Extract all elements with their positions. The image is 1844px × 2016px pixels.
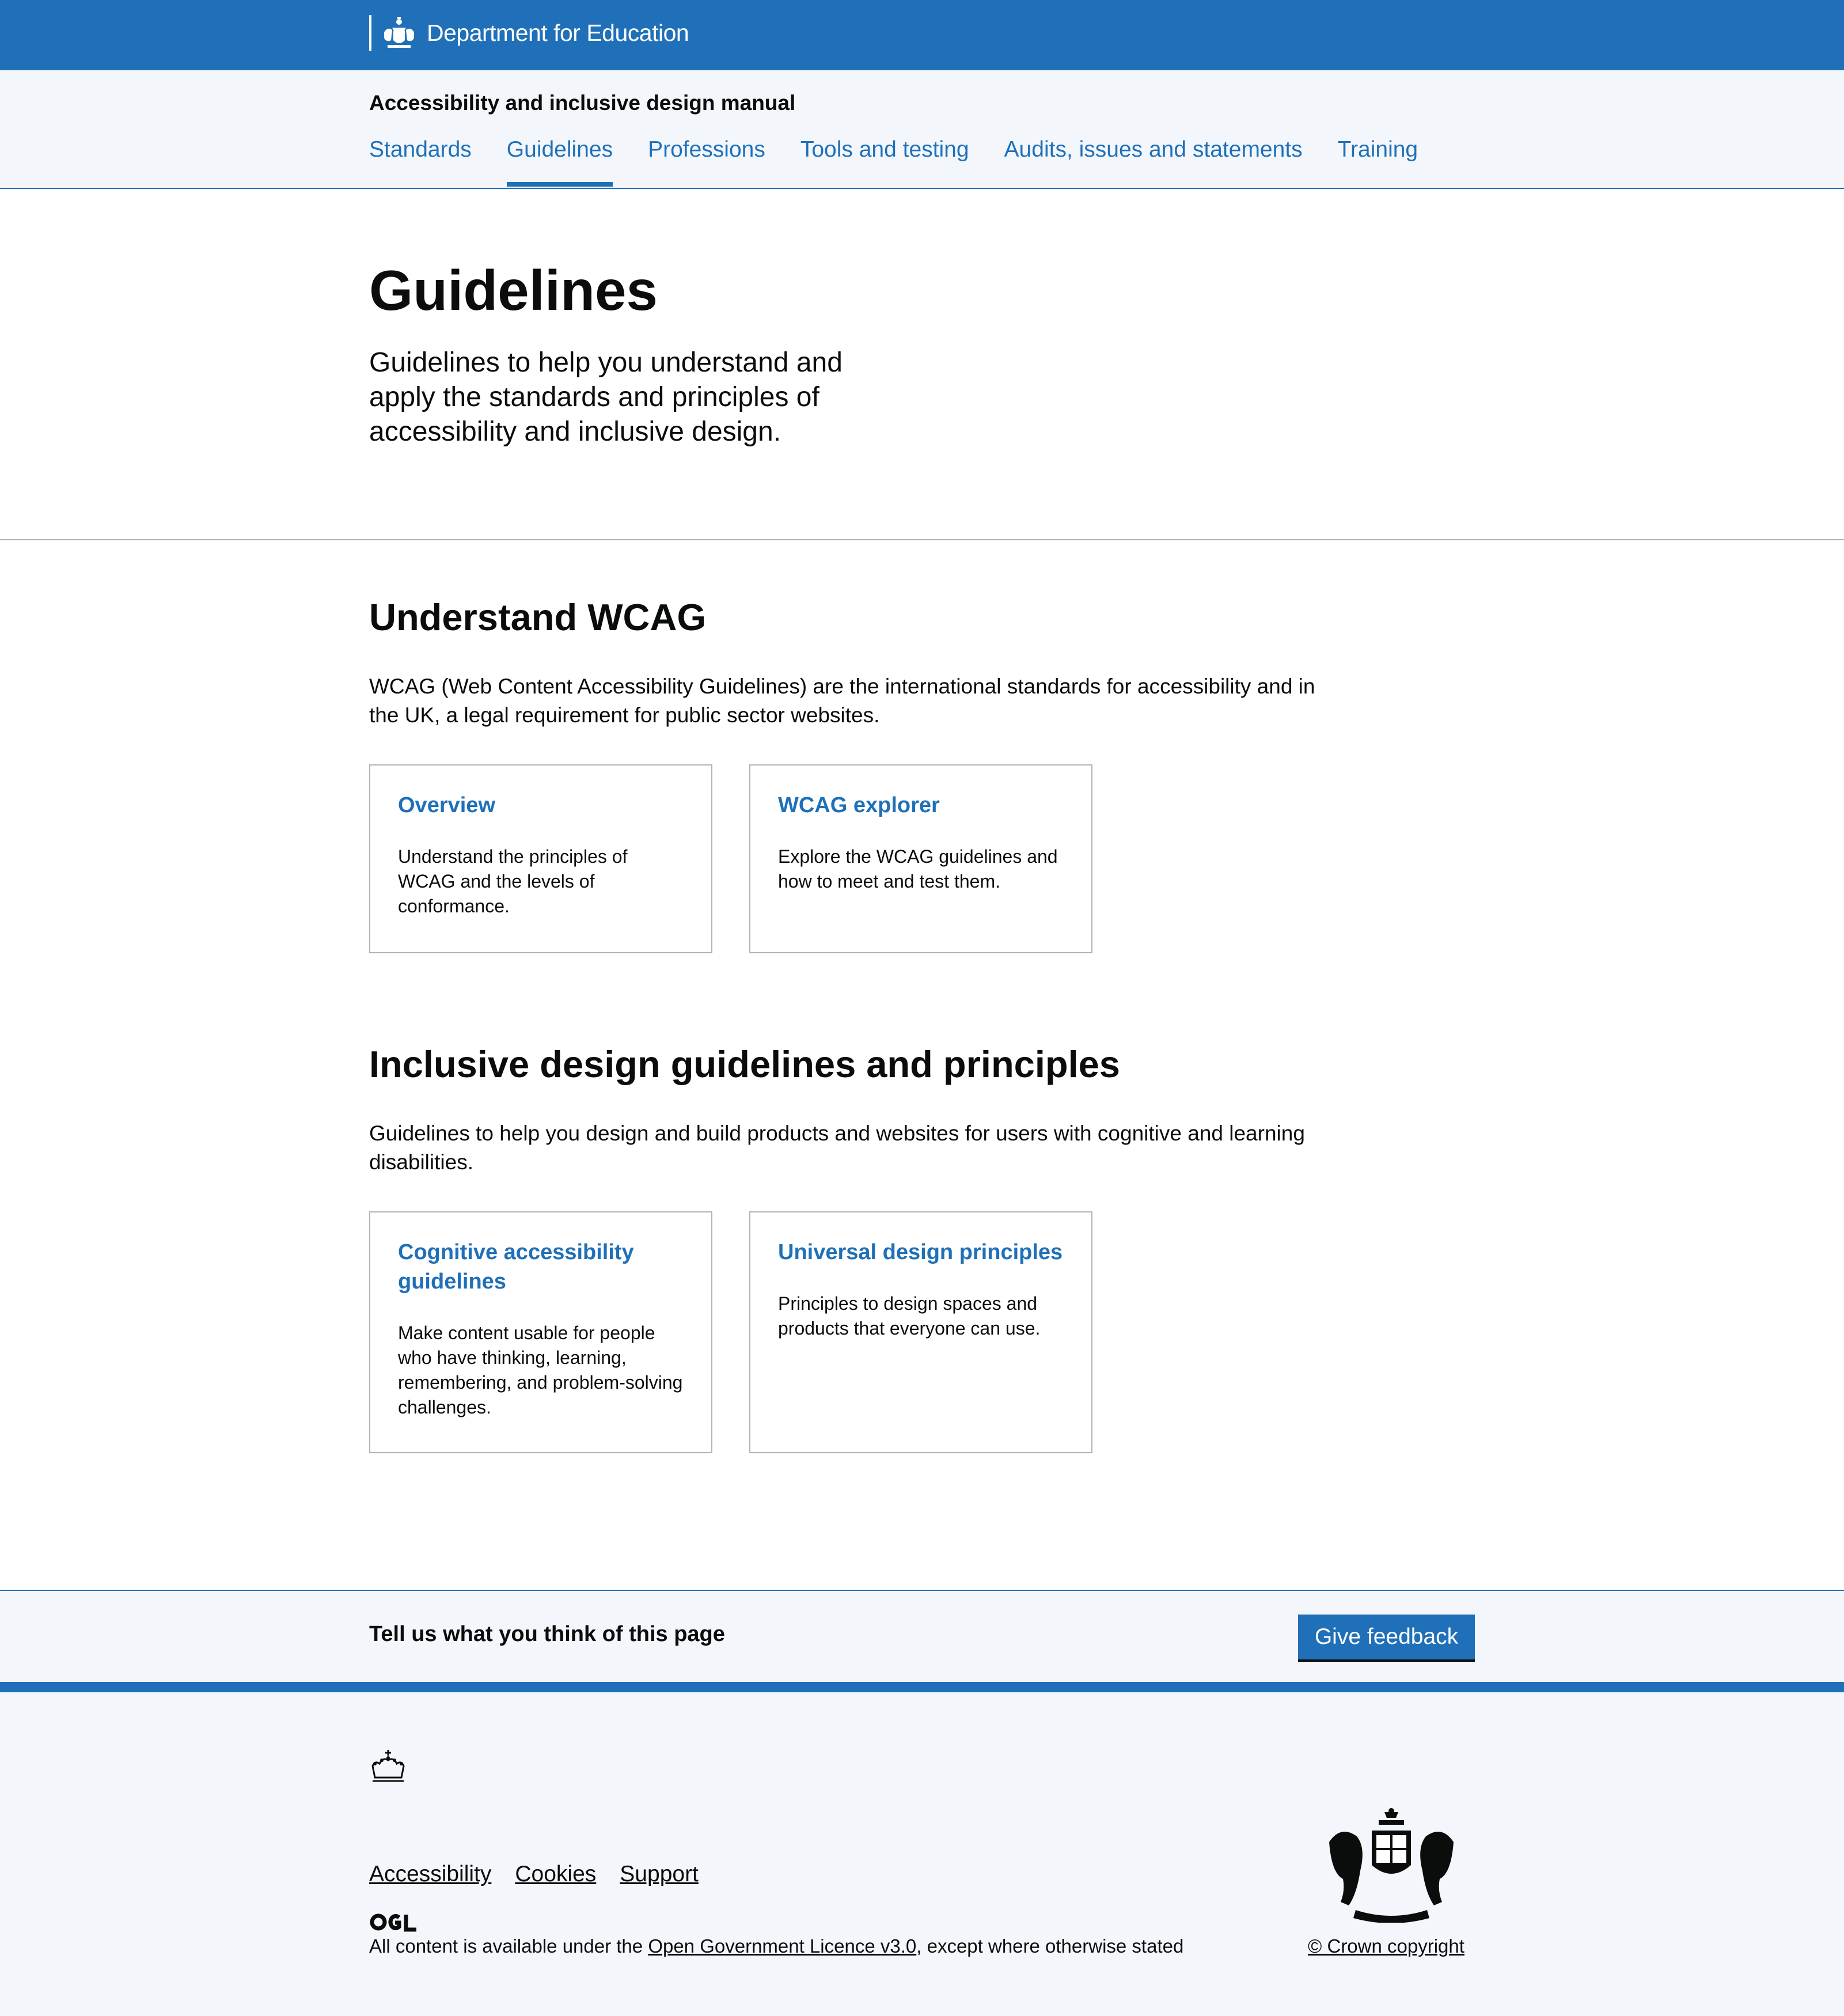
card-title[interactable]: Universal design principles bbox=[778, 1238, 1064, 1267]
footer: Accessibility Cookies Support All conten… bbox=[0, 1682, 1844, 2016]
brand-divider bbox=[369, 15, 371, 51]
crown-icon bbox=[371, 1750, 405, 1782]
nav-audits-issues-statements[interactable]: Audits, issues and statements bbox=[1004, 137, 1303, 187]
feedback-bar: Tell us what you think of this page Give… bbox=[0, 1590, 1844, 1683]
card-cognitive-accessibility[interactable]: Cognitive accessibility guidelines Make … bbox=[369, 1211, 712, 1453]
ogl-logo bbox=[370, 1913, 416, 1932]
nav-guidelines[interactable]: Guidelines bbox=[506, 137, 613, 187]
licence-link[interactable]: Open Government Licence v3.0 bbox=[648, 1935, 916, 1957]
card-title[interactable]: Overview bbox=[398, 791, 684, 820]
hero: Guidelines Guidelines to help you unders… bbox=[0, 189, 1844, 540]
section-body-inclusive-design: Guidelines to help you design and build … bbox=[369, 1121, 1305, 1174]
card-title[interactable]: WCAG explorer bbox=[778, 791, 1064, 820]
card-description: Principles to design spaces and products… bbox=[778, 1293, 1041, 1339]
feedback-prompt: Tell us what you think of this page bbox=[369, 1622, 725, 1646]
crown-copyright-link[interactable]: © Crown copyright bbox=[1308, 1935, 1464, 1957]
page-lead: Guidelines to help you understand and ap… bbox=[369, 347, 843, 447]
royal-crest-icon bbox=[384, 17, 414, 48]
nav-professions[interactable]: Professions bbox=[648, 137, 765, 187]
card-description: Make content usable for people who have … bbox=[398, 1322, 683, 1418]
section-title-inclusive-design: Inclusive design guidelines and principl… bbox=[369, 1043, 1120, 1085]
footer-link-support[interactable]: Support bbox=[620, 1862, 699, 1887]
card-title[interactable]: Cognitive accessibility guidelines bbox=[398, 1238, 684, 1297]
primary-nav: Standards Guidelines Professions Tools a… bbox=[369, 137, 1453, 187]
section-title-understand-wcag: Understand WCAG bbox=[369, 596, 706, 638]
nav-standards[interactable]: Standards bbox=[369, 137, 472, 187]
card-wcag-explorer[interactable]: WCAG explorer Explore the WCAG guideline… bbox=[749, 764, 1092, 953]
royal-coat-of-arms-icon bbox=[1329, 1808, 1454, 1923]
footer-link-accessibility[interactable]: Accessibility bbox=[369, 1862, 491, 1887]
page-title: Guidelines bbox=[369, 259, 658, 322]
service-navigation: Accessibility and inclusive design manua… bbox=[0, 70, 1844, 189]
footer-links: Accessibility Cookies Support bbox=[369, 1862, 722, 1887]
give-feedback-button[interactable]: Give feedback bbox=[1298, 1615, 1475, 1659]
section-body-understand-wcag: WCAG (Web Content Accessibility Guidelin… bbox=[369, 674, 1315, 727]
card-description: Understand the principles of WCAG and th… bbox=[398, 846, 628, 916]
card-overview[interactable]: Overview Understand the principles of WC… bbox=[369, 764, 712, 953]
department-name: Department for Education bbox=[427, 19, 689, 46]
department-brand-link[interactable]: Department for Education bbox=[369, 15, 689, 51]
footer-link-cookies[interactable]: Cookies bbox=[515, 1862, 596, 1887]
licence-text: All content is available under the Open … bbox=[369, 1935, 1183, 1957]
top-header: Department for Education bbox=[0, 0, 1844, 70]
licence-suffix: , except where otherwise stated bbox=[916, 1935, 1184, 1957]
nav-training[interactable]: Training bbox=[1338, 137, 1418, 187]
card-universal-design[interactable]: Universal design principles Principles t… bbox=[749, 1211, 1092, 1453]
licence-prefix: All content is available under the bbox=[369, 1935, 648, 1957]
card-description: Explore the WCAG guidelines and how to m… bbox=[778, 846, 1058, 892]
nav-tools-and-testing[interactable]: Tools and testing bbox=[800, 137, 969, 187]
service-name[interactable]: Accessibility and inclusive design manua… bbox=[369, 91, 795, 115]
